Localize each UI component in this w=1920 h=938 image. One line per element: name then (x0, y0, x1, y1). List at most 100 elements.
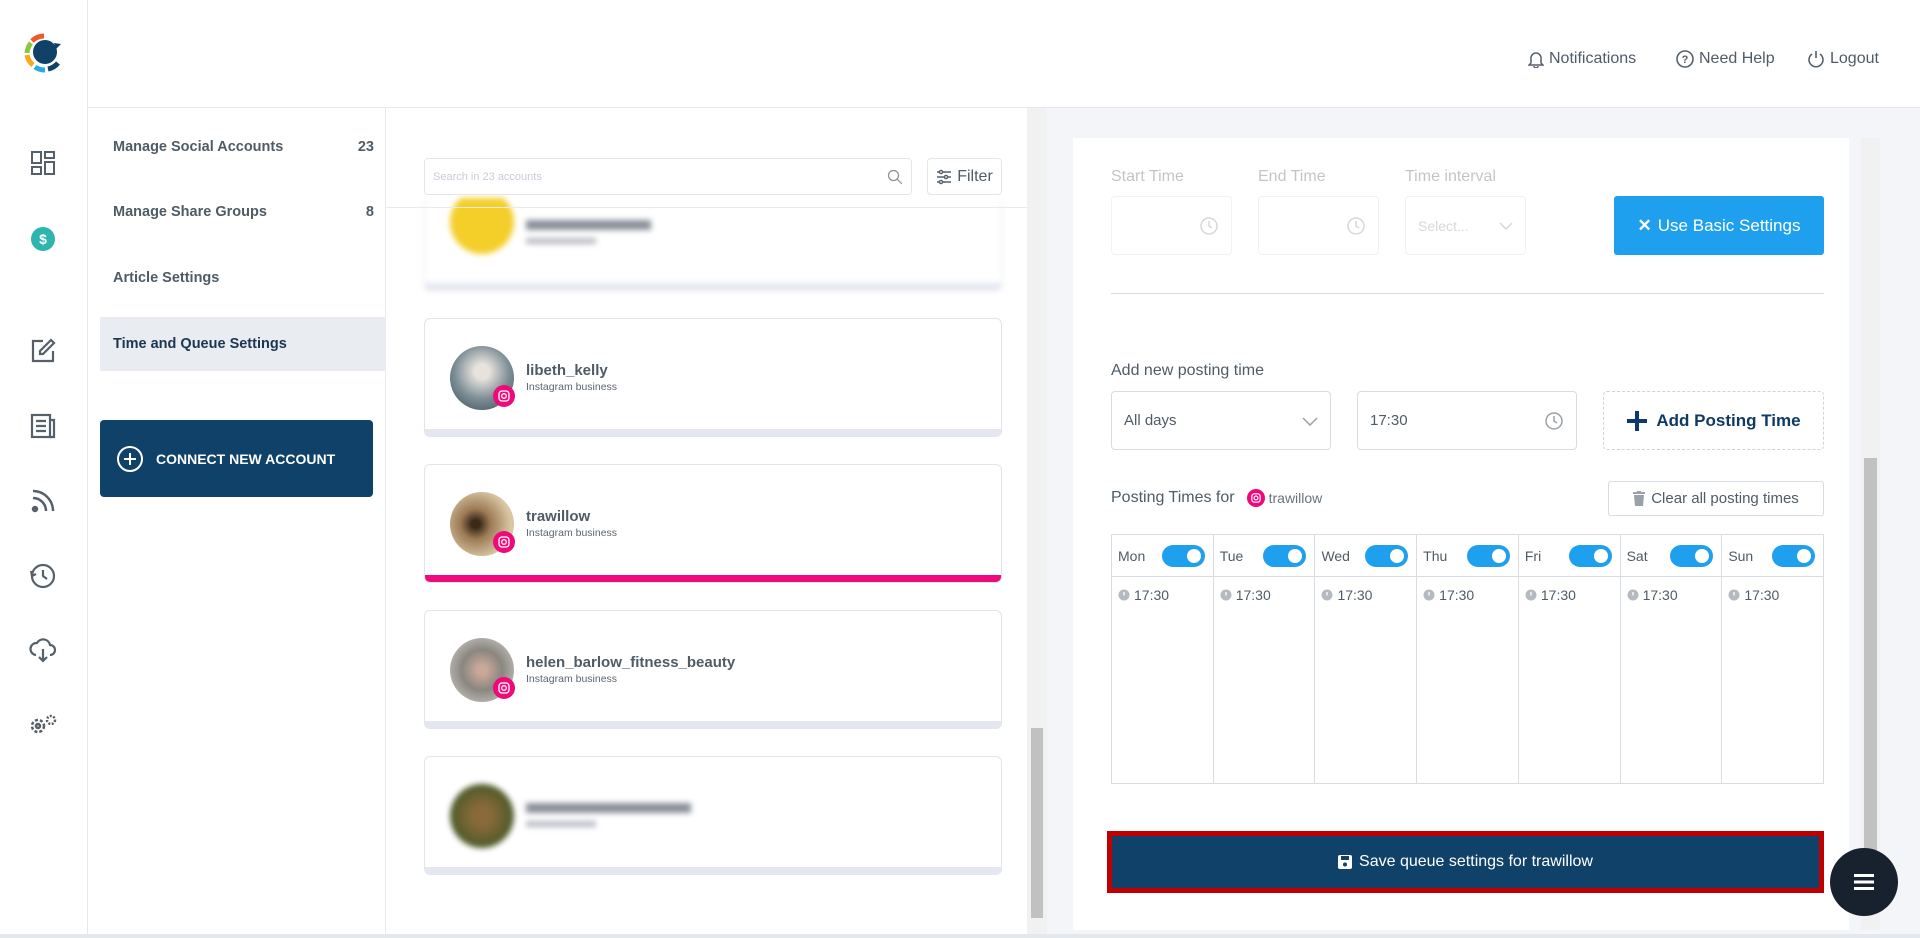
blurred-type (526, 238, 596, 244)
logout-label: Logout (1830, 50, 1879, 67)
close-icon: ✕ (1637, 215, 1652, 235)
posting-time-slot[interactable]: 17:30 (1519, 577, 1620, 613)
time-interval-select[interactable]: Select... (1405, 196, 1526, 255)
account-card[interactable]: libeth_kelly Instagram business (424, 318, 1002, 437)
connect-new-account-button[interactable]: CONNECT NEW ACCOUNT (100, 420, 373, 497)
day-toggle[interactable] (1670, 544, 1714, 567)
floating-menu-button[interactable] (1830, 848, 1898, 916)
account-card-selected[interactable]: trawillow Instagram business (424, 464, 1002, 583)
posting-time: 17:30 (1540, 587, 1576, 603)
blurred-type (526, 821, 596, 827)
schedule-icon[interactable] (26, 559, 60, 593)
day-toggle[interactable] (1161, 544, 1205, 567)
end-time-label: End Time (1258, 168, 1326, 185)
articles-icon[interactable] (26, 409, 60, 443)
submenu-count: 23 (357, 139, 374, 155)
day-select[interactable]: All days (1111, 391, 1331, 450)
rss-icon[interactable] (26, 484, 60, 518)
account-list: Search in 23 accounts Filter libeth_kell… (387, 108, 1027, 938)
dashboard-icon[interactable] (26, 146, 60, 180)
day-toggle[interactable] (1466, 544, 1510, 567)
account-card-blurred[interactable] (424, 756, 1002, 875)
posting-time-slot[interactable]: 17:30 (1722, 577, 1823, 613)
clear-all-posting-times-button[interactable]: Clear all posting times (1608, 481, 1824, 516)
posting-times-table: Mon 17:30 Tue 17:30 Wed 17:30 Thu 17:30 Fri 17:30… (1111, 534, 1824, 784)
app-logo[interactable] (24, 33, 64, 78)
posting-time-slot[interactable]: 17:30 (1621, 577, 1722, 613)
help-label: Need Help (1699, 50, 1775, 67)
posting-time: 17:30 (1744, 587, 1780, 603)
clock-icon (1321, 589, 1333, 601)
hamburger-menu-icon (1854, 874, 1874, 890)
clock-icon (1200, 216, 1218, 235)
submenu-item-share-groups[interactable]: Manage Share Groups 8 (100, 185, 386, 239)
day-label: Mon (1118, 547, 1146, 564)
account-search-input[interactable]: Search in 23 accounts (424, 158, 912, 195)
day-label: Tue (1219, 547, 1244, 564)
day-toggle[interactable] (1263, 544, 1307, 567)
billing-icon[interactable]: $ (26, 222, 60, 256)
posting-time-slot[interactable]: 17:30 (1112, 577, 1213, 613)
account-card[interactable]: helen_barlow_fitness_beauty Instagram bu… (424, 610, 1002, 729)
submenu-item-time-queue[interactable]: Time and Queue Settings (100, 317, 386, 371)
submenu-item-article-settings[interactable]: Article Settings (100, 251, 386, 305)
time-input-value: 17:30 (1370, 412, 1408, 429)
day-select-value: All days (1124, 412, 1177, 429)
chevron-down-icon (1499, 221, 1513, 230)
save-queue-settings-button[interactable]: Save queue settings for trawillow (1107, 831, 1824, 893)
day-header: Mon (1112, 535, 1213, 577)
posting-time: 17:30 (1134, 587, 1170, 603)
queue-settings-panel: Start Time End Time Time interval Select… (1073, 138, 1849, 930)
add-posting-time-button[interactable]: Add Posting Time (1603, 391, 1824, 450)
day-label: Fri (1524, 547, 1542, 564)
icon-sidebar: $ (0, 0, 88, 938)
posting-time-slot[interactable]: 17:30 (1214, 577, 1315, 613)
account-name: libeth_kelly (526, 362, 608, 379)
add-new-posting-time-label: Add new posting time (1111, 362, 1264, 379)
help-link[interactable]: ? Need Help (1676, 50, 1775, 68)
submenu-label: Manage Social Accounts (113, 139, 284, 155)
day-header: Tue (1213, 535, 1315, 577)
filter-button[interactable]: Filter (927, 158, 1002, 195)
day-column-sun: Sun 17:30 (1722, 535, 1824, 783)
bell-icon (1528, 52, 1544, 68)
add-posting-time-label: Add Posting Time (1656, 410, 1801, 430)
plus-circle-icon (117, 445, 143, 472)
help-icon: ? (1676, 50, 1694, 68)
blurred-name (526, 220, 651, 230)
day-header: Fri (1518, 535, 1620, 577)
use-basic-settings-button[interactable]: ✕ Use Basic Settings (1614, 196, 1824, 255)
start-time-label: Start Time (1111, 168, 1184, 185)
day-toggle[interactable] (1365, 544, 1409, 567)
submenu-count: 8 (365, 204, 374, 220)
posting-time-slot[interactable]: 17:30 (1417, 577, 1518, 613)
notifications-link[interactable]: Notifications (1528, 50, 1636, 68)
clock-icon (1728, 589, 1740, 601)
end-time-input[interactable] (1258, 196, 1379, 255)
instagram-icon (493, 531, 515, 553)
search-icon (887, 169, 903, 184)
interval-placeholder: Select... (1418, 217, 1469, 234)
account-type: Instagram business (526, 381, 618, 393)
cloud-download-icon[interactable] (26, 633, 60, 667)
day-column-sat: Sat 17:30 (1620, 535, 1723, 783)
start-time-input[interactable] (1111, 196, 1232, 255)
posting-time-slot[interactable]: 17:30 (1315, 577, 1416, 613)
submenu-item-social-accounts[interactable]: Manage Social Accounts 23 (100, 120, 386, 174)
day-header: Wed (1315, 535, 1417, 577)
logout-link[interactable]: Logout (1807, 50, 1879, 68)
day-toggle[interactable] (1568, 544, 1612, 567)
posting-times-heading: Posting Times for trawillow (1111, 489, 1322, 507)
compose-icon[interactable] (26, 334, 60, 368)
account-list-scrollbar[interactable] (1027, 108, 1047, 938)
time-input[interactable]: 17:30 (1357, 391, 1577, 450)
save-label: Save queue settings for trawillow (1359, 853, 1593, 870)
notifications-label: Notifications (1549, 50, 1637, 67)
submenu-label: Article Settings (113, 270, 220, 286)
time-interval-label: Time interval (1405, 168, 1496, 185)
settings-scrollbar[interactable] (1861, 138, 1880, 930)
account-card-blurred[interactable] (424, 198, 1002, 291)
account-name: trawillow (526, 508, 591, 525)
settings-icon[interactable] (26, 708, 60, 742)
day-toggle[interactable] (1772, 544, 1816, 567)
